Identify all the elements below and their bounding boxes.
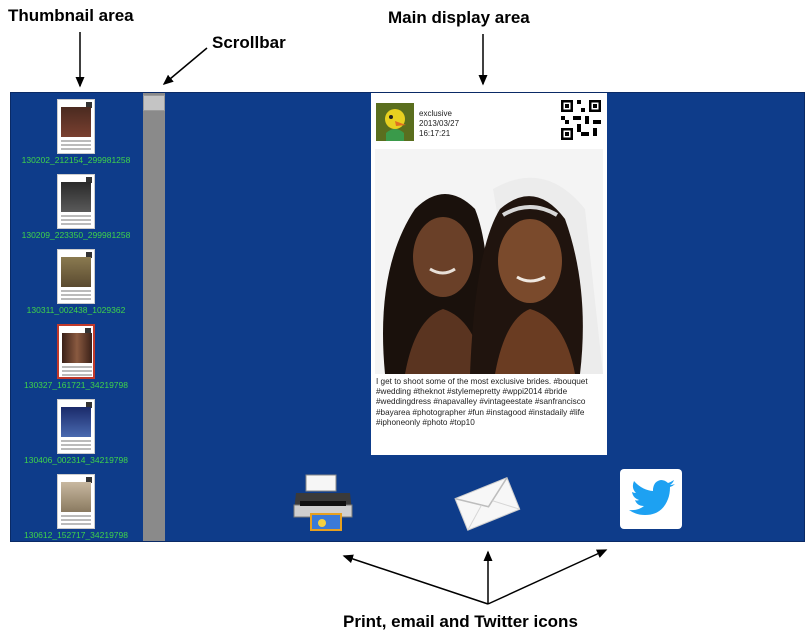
annotation-icons: Print, email and Twitter icons — [343, 612, 578, 631]
twitter-button[interactable] — [620, 469, 682, 529]
thumbnail-image — [57, 174, 95, 229]
post-date: 2013/03/27 — [419, 119, 460, 128]
thumbnail-item[interactable]: 130202_212154_299981258 — [11, 95, 141, 169]
thumbnail-image — [57, 474, 95, 529]
post-time: 16:17:21 — [419, 129, 451, 138]
thumbnail-label: 130202_212154_299981258 — [21, 155, 131, 165]
thumbnail-item[interactable]: 130209_223350_299981258 — [11, 170, 141, 244]
user-avatar — [376, 103, 414, 141]
main-display-area: exclusive 2013/03/27 16:17:21 I get to s… — [371, 93, 607, 455]
annotation-main-display-area: Main display area — [388, 8, 530, 27]
app-window: 130202_212154_299981258 130209_223350_29… — [10, 92, 805, 542]
printer-icon — [293, 474, 353, 531]
annotation-scrollbar: Scrollbar — [212, 33, 286, 52]
thumbnail-label: 130209_223350_299981258 — [21, 230, 131, 240]
post-username: exclusive — [419, 109, 452, 118]
thumbnail-area: 130202_212154_299981258 130209_223350_29… — [11, 93, 141, 541]
thumbnail-label: 130327_161721_34219798 — [23, 380, 128, 390]
envelope-icon — [454, 477, 521, 531]
thumbnail-label: 130311_002438_1029362 — [26, 305, 126, 315]
scrollbar-thumb[interactable] — [143, 95, 165, 111]
thumbnail-image — [57, 99, 95, 154]
email-button[interactable] — [453, 473, 521, 533]
print-button[interactable] — [292, 471, 354, 533]
post-caption: I get to shoot some of the most exclusiv… — [376, 377, 588, 427]
thumbnail-item-selected[interactable]: 130327_161721_34219798 — [11, 320, 141, 394]
thumbnail-label: 130406_002314_34219798 — [23, 455, 128, 465]
thumbnail-label: 130612_152717_34219798 — [23, 530, 128, 540]
thumbnail-image — [57, 324, 95, 379]
qr-code — [561, 100, 601, 140]
thumbnail-item[interactable]: 130612_152717_34219798 — [11, 470, 141, 541]
scrollbar-track[interactable] — [143, 93, 165, 541]
twitter-bird-icon — [629, 480, 675, 515]
thumbnail-item[interactable]: 130406_002314_34219798 — [11, 395, 141, 469]
thumbnail-image — [57, 399, 95, 454]
main-photo — [375, 149, 603, 374]
thumbnail-image — [57, 249, 95, 304]
thumbnail-item[interactable]: 130311_002438_1029362 — [11, 245, 141, 319]
annotation-thumbnail-area: Thumbnail area — [8, 6, 134, 25]
